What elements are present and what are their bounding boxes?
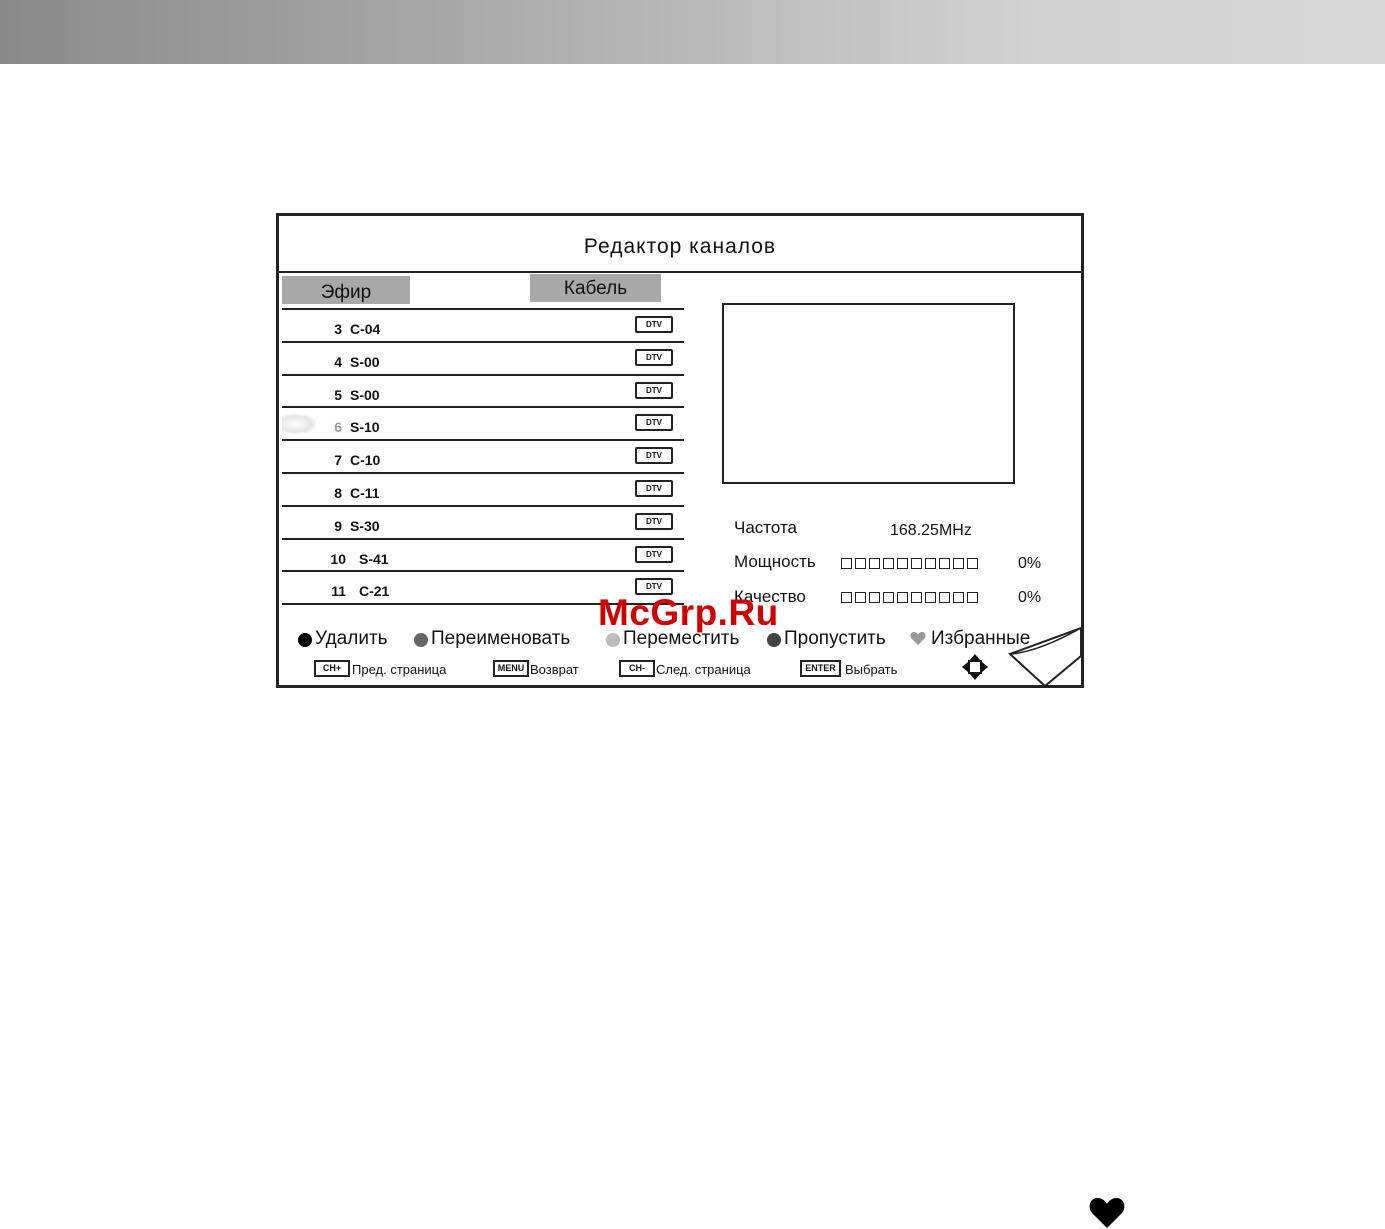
channel-row[interactable]: 9 S-30 DTV <box>282 504 684 538</box>
channel-name: S-10 <box>350 419 380 436</box>
screen-title: Редактор каналов <box>279 216 1081 273</box>
channel-row[interactable]: 3 C-04 DTV <box>282 308 684 341</box>
channel-number: 10 <box>330 550 346 567</box>
frequency-label: Частота <box>734 518 798 537</box>
channel-row[interactable]: 10 S-41 DTV <box>282 537 684 571</box>
hint-select: Выбрать <box>845 662 898 677</box>
quality-meter <box>841 592 978 603</box>
channel-list: 3 C-04 DTV 4 S-00 DTV 5 S-00 DTV 6 S-10 … <box>282 308 684 606</box>
channel-name: C-10 <box>350 452 381 469</box>
page-curl-icon <box>1008 626 1082 688</box>
dtv-badge: DTV <box>635 447 673 465</box>
dark-gray-dot-icon <box>767 633 781 647</box>
heart-icon <box>910 632 926 645</box>
frequency-value: 168.25MHz <box>890 522 972 539</box>
tab-cable[interactable]: Кабель <box>530 274 661 302</box>
channel-name: C-11 <box>350 484 380 501</box>
channel-name: S-41 <box>359 550 389 567</box>
channel-row[interactable]: 5 S-00 DTV <box>282 373 684 407</box>
legend-label: Переименовать <box>431 628 571 649</box>
quality-value: 0% <box>1018 589 1042 606</box>
power-meter <box>841 558 978 569</box>
ch-plus-key-icon: CH+ <box>314 660 350 677</box>
channel-row[interactable]: 7 C-10 DTV <box>282 439 684 472</box>
channel-name: S-00 <box>350 353 380 370</box>
power-label: Мощность <box>734 552 816 571</box>
ch-minus-key-icon: CH- <box>619 660 655 677</box>
channel-number: 4 <box>334 353 342 370</box>
channel-name: S-30 <box>350 517 380 534</box>
hint-return: Возврат <box>530 662 579 677</box>
header-bar <box>0 0 1385 64</box>
dtv-badge: DTV <box>635 479 673 497</box>
channel-number: 5 <box>334 386 342 403</box>
preview-window <box>722 303 1015 484</box>
channel-number: 11 <box>331 583 346 600</box>
channel-row[interactable]: 4 S-00 DTV <box>282 340 684 374</box>
gray-dot-icon <box>414 633 428 647</box>
black-dot-icon <box>298 633 312 647</box>
power-value: 0% <box>1018 555 1042 572</box>
hint-prev-page: Пред. страница <box>352 662 447 677</box>
channel-row[interactable]: 8 C-11 DTV <box>282 471 684 505</box>
light-gray-dot-icon <box>606 633 620 647</box>
heart-icon <box>1089 1198 1125 1228</box>
dtv-badge: DTV <box>635 316 673 333</box>
tab-air[interactable]: Эфир <box>282 276 410 304</box>
channel-name: S-00 <box>350 386 380 403</box>
channel-name: C-21 <box>359 583 390 600</box>
menu-key-icon: MENU <box>493 660 529 677</box>
dtv-badge: DTV <box>635 381 673 399</box>
dtv-badge: DTV <box>635 545 673 563</box>
channel-number: 9 <box>334 517 342 534</box>
four-way-arrow-icon <box>962 654 988 680</box>
watermark: McGrp.Ru <box>598 592 779 633</box>
dtv-badge: DTV <box>635 512 673 530</box>
channel-number: 6 <box>334 419 342 436</box>
hint-next-page: След. страница <box>656 662 751 677</box>
dtv-badge: DTV <box>635 414 673 432</box>
legend-label: Пропустить <box>784 628 886 649</box>
channel-row-selected[interactable]: 6 S-10 DTV <box>282 406 684 439</box>
legend-label: Удалить <box>315 628 388 649</box>
channel-number: 3 <box>334 321 342 337</box>
dtv-badge: DTV <box>635 348 673 366</box>
channel-name: C-04 <box>350 321 381 337</box>
channel-number: 8 <box>334 484 342 501</box>
enter-key-icon: ENTER <box>800 660 841 677</box>
channel-number: 7 <box>334 452 342 469</box>
